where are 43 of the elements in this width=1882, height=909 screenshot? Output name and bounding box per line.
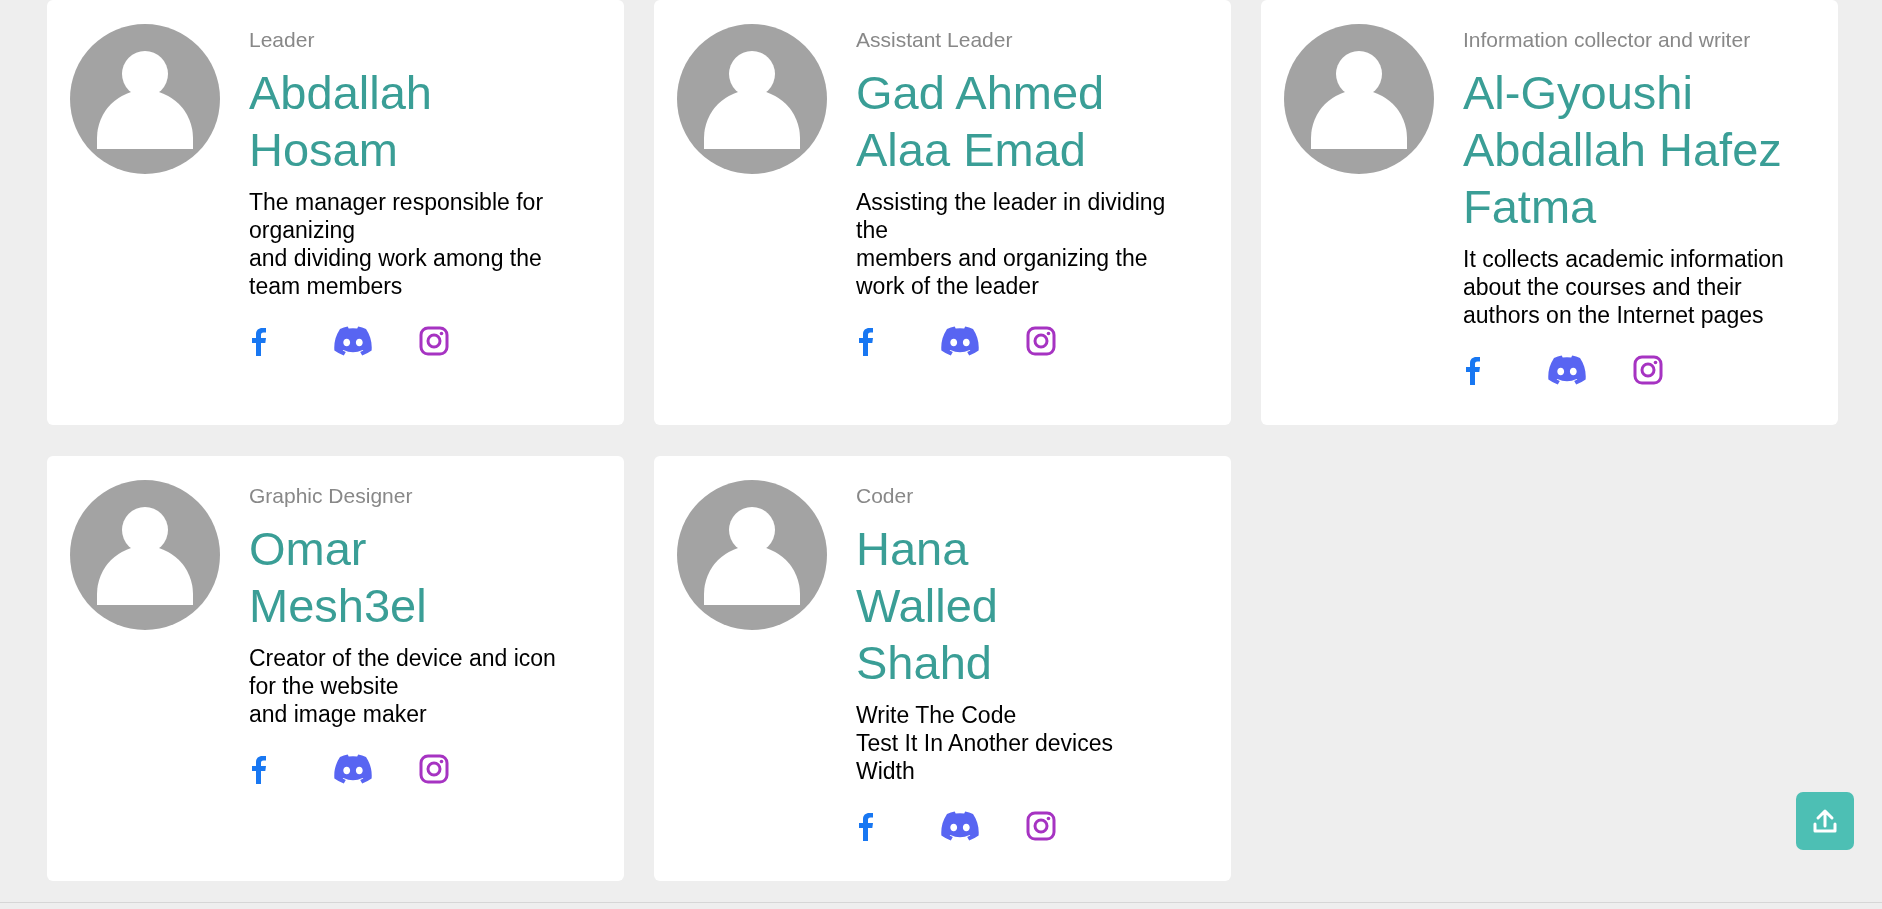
avatar-icon [70,480,220,630]
avatar-icon [70,24,220,174]
member-name: Abdallah [249,65,433,121]
member-role: Coder [856,483,915,509]
avatar-icon [677,24,827,174]
member-role: Graphic Designer [249,483,414,509]
member-role: Information collector and writer [1463,27,1752,53]
member-name: Alaa Emad [856,122,1087,178]
member-description: Write The Code Test It In Another devices Width [856,701,1114,785]
member-description: The manager responsible for organizing and dividing work among the team members [249,188,545,300]
discord-icon[interactable] [334,754,372,784]
discord-icon[interactable] [1548,355,1586,385]
member-name: Abdallah Hafez [1463,122,1783,178]
facebook-icon[interactable] [856,811,874,841]
member-role: Assistant Leader [856,27,1014,53]
facebook-icon[interactable] [1463,355,1481,385]
instagram-icon[interactable] [419,326,449,356]
facebook-icon[interactable] [856,326,874,356]
member-description: It collects academic information about the courses and their authors on the Internet pages [1463,245,1785,329]
facebook-icon[interactable] [249,326,267,356]
member-name: Walled [856,578,999,634]
member-name: Mesh3el [249,578,428,634]
member-name: Hana [856,521,970,577]
instagram-icon[interactable] [1026,326,1056,356]
discord-icon[interactable] [334,326,372,356]
instagram-icon[interactable] [419,754,449,784]
avatar-icon [1284,24,1434,174]
avatar-icon [677,480,827,630]
discord-icon[interactable] [941,326,979,356]
member-name: Hosam [249,122,399,178]
member-description: Creator of the device and icon for the website and image maker [249,644,557,728]
discord-icon[interactable] [941,811,979,841]
member-name: Fatma [1463,179,1598,235]
member-role: Leader [249,27,316,53]
member-name: Shahd [856,635,993,691]
member-description: Assisting the leader in dividing the members and organizing the work of the leader [856,188,1167,300]
member-name: Omar [249,521,368,577]
member-name: Gad Ahmed [856,65,1106,121]
instagram-icon[interactable] [1633,355,1663,385]
member-name: Al-Gyoushi [1463,65,1694,121]
upload-icon [1813,808,1837,834]
instagram-icon[interactable] [1026,811,1056,841]
facebook-icon[interactable] [249,754,267,784]
